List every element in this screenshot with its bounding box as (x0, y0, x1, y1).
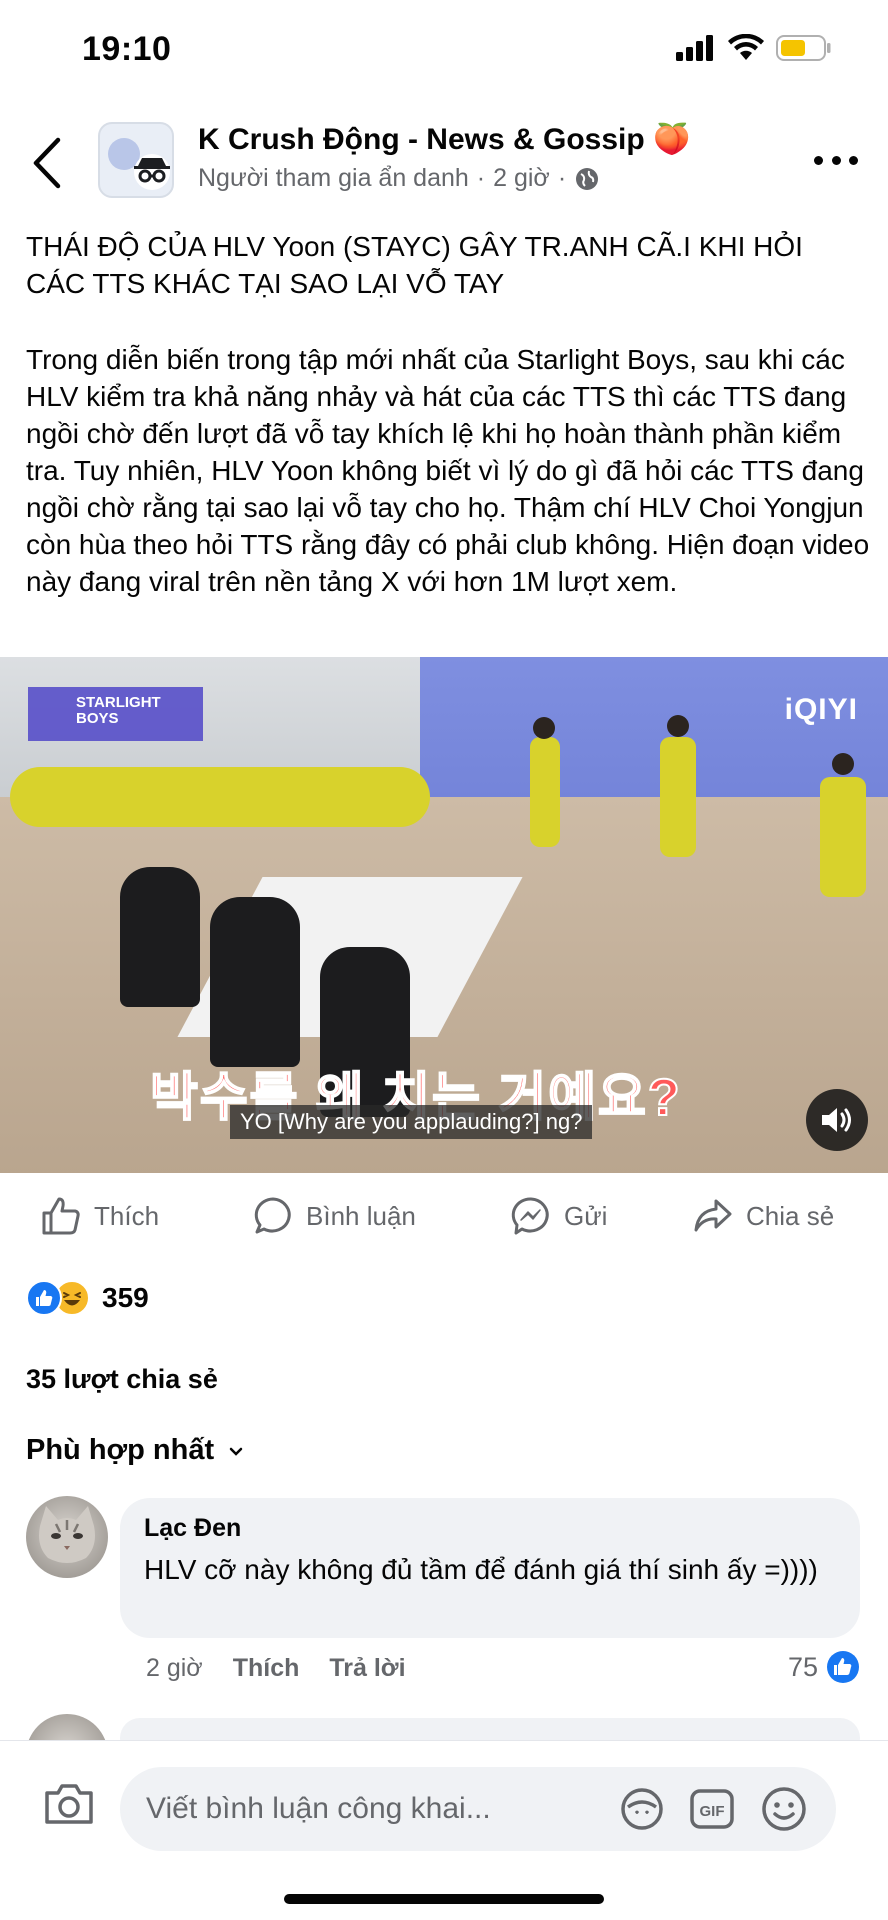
video-subtitle: YO [Why are you applauding?] ng? (230, 1105, 593, 1139)
post-video[interactable]: STARLIGHT BOYS iQIYI 박수를 왜 치는 거예요? YO [W… (0, 657, 888, 1173)
share-arrow-icon (694, 1199, 732, 1232)
battery-icon (776, 35, 831, 61)
home-indicator[interactable] (284, 1894, 604, 1904)
sort-label: Phù hợp nhất (26, 1434, 215, 1466)
video-trainee (660, 737, 696, 857)
commenter-name[interactable]: Lạc Đen (144, 1514, 836, 1543)
like-reaction-icon (26, 1280, 62, 1316)
video-seated-trainees (10, 767, 430, 827)
chevron-left-icon (33, 137, 61, 189)
comment-time[interactable]: 2 giờ (146, 1654, 203, 1683)
video-trainee (530, 737, 560, 847)
comment-sort-dropdown[interactable]: Phù hợp nhất (26, 1434, 244, 1467)
reaction-count: 359 (102, 1282, 149, 1313)
comment-meta: 2 giờ Thích Trả lời (146, 1654, 406, 1683)
meta-separator: · (476, 164, 486, 192)
share-label: Chia sẻ (746, 1200, 835, 1231)
comment-like-number: 75 (787, 1651, 818, 1682)
thumbs-up-filled-icon (36, 1290, 53, 1306)
smiley-icon (762, 1787, 806, 1831)
svg-text:GIF: GIF (700, 1803, 725, 1820)
commenter-avatar[interactable] (26, 1496, 108, 1578)
video-trainee-head (533, 717, 555, 739)
messenger-icon (511, 1197, 549, 1235)
globe-icon (576, 167, 599, 190)
comment-text: HLV cỡ này không đủ tầm để đánh giá thí … (144, 1554, 818, 1585)
post-header: K Crush Động - News & Gossip 🍑 Người tha… (0, 112, 888, 212)
status-icons (676, 34, 832, 62)
author-label: Người tham gia ẩn danh (198, 164, 469, 192)
comment-label: Bình luận (306, 1200, 416, 1231)
post-meta: Người tham gia ẩn danh · 2 giờ · (198, 164, 600, 193)
group-avatar[interactable] (98, 122, 174, 198)
comment-like-button[interactable]: Thích (233, 1654, 300, 1683)
avatar-sticker-icon (621, 1788, 663, 1830)
cellular-signal-icon (676, 35, 713, 61)
more-dot (814, 155, 823, 165)
status-bar: 19:10 (0, 0, 888, 100)
camera-button[interactable] (42, 1777, 96, 1831)
share-button[interactable]: Chia sẻ (692, 1188, 834, 1244)
comment-bubble-icon (254, 1197, 291, 1234)
wifi-icon (728, 34, 764, 60)
video-trainee (820, 777, 866, 897)
like-button[interactable]: Thích (40, 1188, 159, 1244)
thumbs-up-icon (42, 1197, 80, 1235)
chevron-down-icon (229, 1447, 243, 1456)
video-show-logo: STARLIGHT BOYS (28, 687, 203, 741)
comment-composer: GIF (0, 1740, 888, 1920)
video-judge (120, 867, 200, 1007)
meta-separator-2: · (557, 164, 567, 192)
post-time[interactable]: 2 giờ (493, 164, 550, 193)
post-title: THÁI ĐỘ CỦA HLV Yoon (STAYC) GÂY TR.ANH … (26, 231, 803, 299)
back-button[interactable] (28, 136, 68, 190)
emoji-button[interactable] (760, 1785, 808, 1833)
video-judge (210, 897, 300, 1067)
more-options-button[interactable] (814, 150, 858, 170)
cat-avatar-icon (39, 1506, 95, 1563)
share-count[interactable]: 35 lượt chia sẻ (26, 1364, 218, 1395)
video-watermark: iQIYI (784, 693, 858, 726)
group-name[interactable]: K Crush Động - News & Gossip 🍑 (198, 122, 690, 157)
speaker-icon (822, 1108, 851, 1132)
more-dot (831, 155, 841, 165)
comment-input-box: GIF (120, 1767, 836, 1851)
mute-button[interactable] (806, 1089, 868, 1151)
comment-like-count[interactable]: 75 (788, 1650, 860, 1684)
like-label: Thích (94, 1200, 160, 1231)
avatar-sticker-button[interactable] (618, 1785, 666, 1833)
camera-icon (45, 1784, 93, 1824)
gif-icon: GIF (690, 1789, 734, 1829)
video-trainee-head (667, 715, 689, 737)
video-trainee-head (832, 753, 854, 775)
post-body: Trong diễn biến trong tập mới nhất của S… (26, 344, 870, 597)
anonymous-incognito-icon (108, 138, 170, 190)
status-time: 19:10 (82, 30, 172, 68)
more-dot (849, 155, 858, 165)
like-reaction-icon (827, 1651, 859, 1683)
gif-button[interactable]: GIF (688, 1785, 736, 1833)
comment-reply-button[interactable]: Trả lời (329, 1654, 405, 1683)
reactions-summary[interactable]: 359 (26, 1276, 149, 1320)
comment-input[interactable] (146, 1767, 606, 1851)
send-label: Gửi (564, 1200, 608, 1231)
comment-bubble[interactable]: Lạc Đen HLV cỡ này không đủ tầm để đánh … (120, 1498, 860, 1638)
comment-button[interactable]: Bình luận (252, 1188, 416, 1244)
send-button[interactable]: Gửi (510, 1188, 607, 1244)
post-actions: Thích Bình luận Gửi Chia sẻ (0, 1188, 888, 1244)
